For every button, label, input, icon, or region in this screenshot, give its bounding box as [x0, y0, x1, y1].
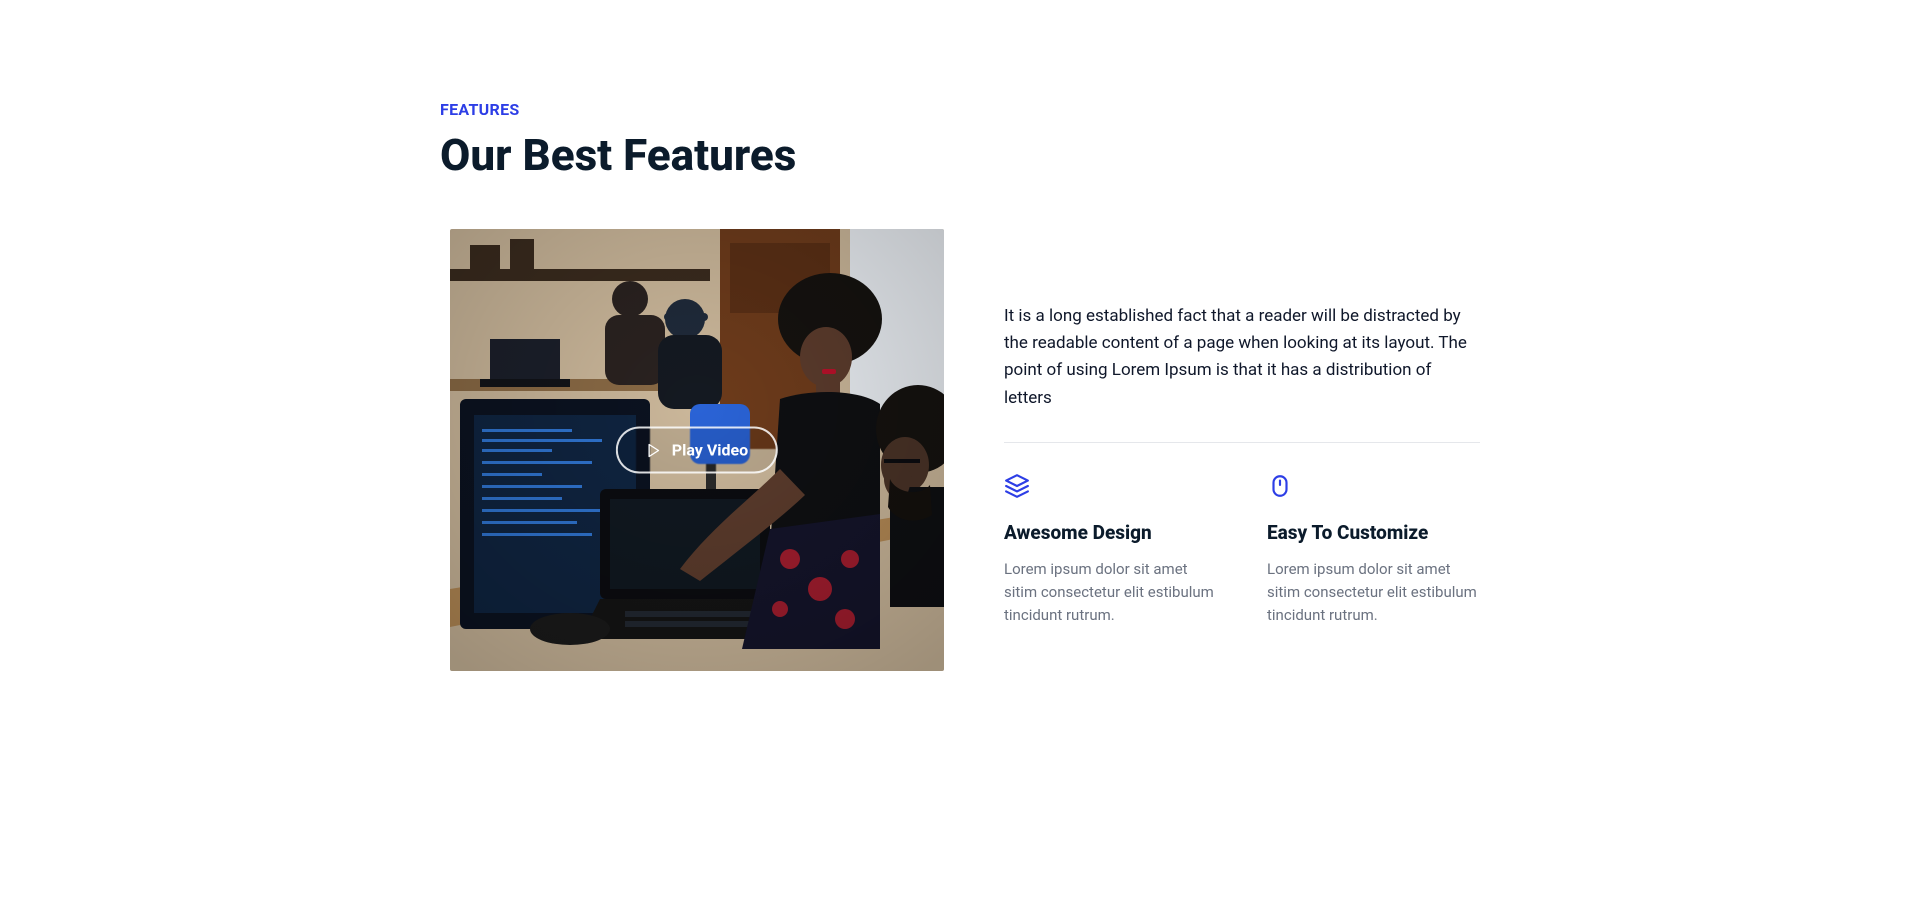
layers-icon — [1004, 473, 1217, 503]
feature-card-body: Lorem ipsum dolor sit amet sitim consect… — [1004, 558, 1217, 628]
divider — [1004, 442, 1480, 443]
section-lead: It is a long established fact that a rea… — [1004, 303, 1480, 412]
feature-card-title: Awesome Design — [1004, 521, 1217, 544]
feature-card-title: Easy To Customize — [1267, 521, 1480, 544]
feature-image: Play Video — [450, 229, 944, 671]
feature-card: Easy To Customize Lorem ipsum dolor sit … — [1267, 473, 1480, 628]
section-eyebrow: FEATURES — [440, 100, 1480, 119]
mouse-icon — [1267, 473, 1480, 503]
play-video-button[interactable]: Play Video — [616, 427, 778, 474]
play-video-label: Play Video — [672, 441, 748, 460]
feature-card-body: Lorem ipsum dolor sit amet sitim consect… — [1267, 558, 1480, 628]
feature-card: Awesome Design Lorem ipsum dolor sit ame… — [1004, 473, 1217, 628]
play-icon — [646, 442, 662, 458]
section-title: Our Best Features — [440, 129, 1480, 181]
